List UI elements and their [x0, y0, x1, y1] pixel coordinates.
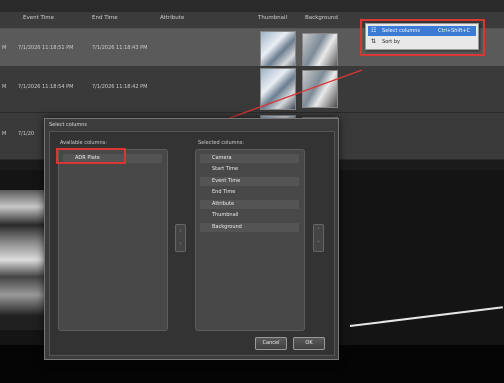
dialog-title: Select columns [49, 122, 88, 128]
list-item[interactable]: Start Time [200, 165, 299, 174]
list-item[interactable]: Event Time [200, 177, 299, 186]
ok-button[interactable]: OK [293, 337, 325, 350]
list-item[interactable]: End Time [200, 188, 299, 197]
reorder-buttons: ˄ ˅ [313, 224, 324, 252]
move-right-button[interactable]: › [176, 238, 185, 251]
available-columns-list[interactable]: ADR Plate [58, 149, 168, 331]
list-item[interactable]: Camera [200, 154, 299, 163]
list-item[interactable]: Thumbnail [200, 211, 299, 220]
selected-columns-list[interactable]: Camera Start Time Event Time End Time At… [195, 149, 305, 331]
selected-columns-label: Selected columns: [198, 140, 244, 146]
highlight-box-adr-plate [56, 148, 126, 164]
available-columns-label: Available columns: [60, 140, 107, 146]
dialog-body: Available columns: Selected columns: ADR… [49, 131, 335, 356]
list-item[interactable]: Attribute [200, 200, 299, 209]
move-down-button[interactable]: ˅ [314, 238, 323, 251]
move-up-button[interactable]: ˄ [314, 225, 323, 238]
move-buttons: ‹ › [175, 224, 186, 252]
list-item[interactable]: Background [200, 223, 299, 232]
move-left-button[interactable]: ‹ [176, 225, 185, 238]
cancel-button[interactable]: Cancel [255, 337, 287, 350]
